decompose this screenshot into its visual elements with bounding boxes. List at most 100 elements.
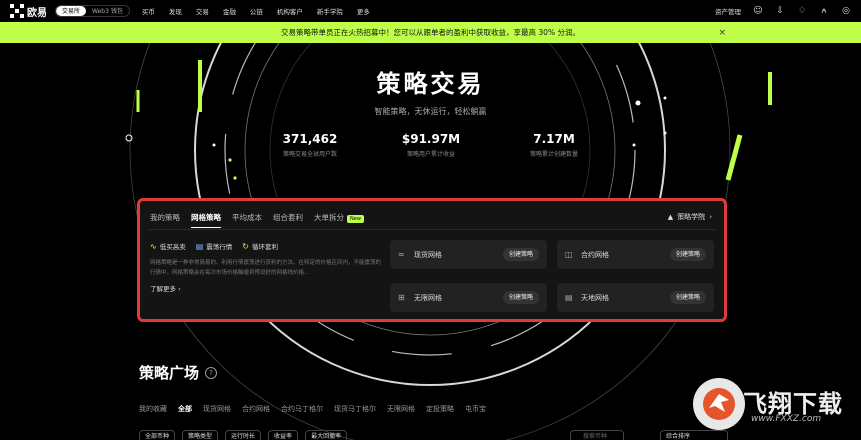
feature-label: 低买高卖 <box>159 243 186 251</box>
wing-icon <box>703 388 735 420</box>
card-title: 天地网格 <box>581 293 609 302</box>
stat-label: 策略用户累计收益 <box>406 151 455 158</box>
cycle-icon: ↻ <box>242 241 249 251</box>
contract-icon: ◫ <box>565 250 573 259</box>
chevron-right-icon: › <box>178 285 181 293</box>
tab-spot-grid[interactable]: 现货网格 <box>203 404 231 414</box>
strategy-academy-link[interactable]: ▲ 策略学院 › <box>668 212 712 222</box>
filter-drawdown[interactable]: 最大回撤率 <box>305 430 348 440</box>
tab-contract-martingale[interactable]: 合约马丁格尔 <box>281 404 323 414</box>
stat-label: 策略交易全球用户数 <box>282 151 337 158</box>
tab-order-split-label: 大单拆分 <box>314 213 344 222</box>
strategy-tabs: 我的策略 网格策略 平均成本 组合套利 大单拆分 New <box>150 212 364 228</box>
stat-value: 7.17M <box>533 132 575 146</box>
create-strategy-button[interactable]: 创建策略 <box>669 291 706 304</box>
stat-label: 策略累计创建数量 <box>529 151 578 158</box>
okx-logo[interactable]: 欧易 <box>10 4 47 19</box>
stat-profit: $91.97M 策略用户累计收益 <box>391 132 471 158</box>
user-icon[interactable]: ☺ <box>753 6 763 16</box>
tab-dca[interactable]: 定投策略 <box>426 404 454 414</box>
graduation-cap-icon: ▲ <box>667 213 674 221</box>
plaza-tabs: 我的收藏 全部 现货网格 合约网格 合约马丁格尔 现货马丁格尔 无限网格 定投策… <box>139 404 486 414</box>
nav-item-chain[interactable]: 公链 <box>250 6 263 16</box>
main-menu: 买币 发现 交易 金融 公链 机构客户 新手学院 更多 <box>142 6 370 16</box>
bar-chart-icon: ▤ <box>195 241 204 251</box>
headset-icon[interactable]: ⍲ <box>819 6 829 16</box>
grid-features: ∿ 低买高卖 ▤ 震荡行情 ↻ 循环套利 <box>150 241 278 252</box>
promo-banner-text: 交易策略带单员正在火热招募中！您可以从跟单者的盈利中获取收益，享最高 30% 分… <box>281 28 580 37</box>
feature-volatile-market: ▤ 震荡行情 <box>195 241 233 252</box>
bell-icon[interactable]: ♢ <box>797 6 807 16</box>
nav-item-trade[interactable]: 交易 <box>196 6 209 16</box>
nav-item-discover[interactable]: 发现 <box>169 6 182 16</box>
strategy-panel: 我的策略 网格策略 平均成本 组合套利 大单拆分 New ▲ 策略学院 › ∿ 低买… <box>137 198 727 322</box>
new-badge: New <box>347 215 364 223</box>
card-infinite-grid[interactable]: ⊞ 无限网格 创建策略 <box>390 283 547 312</box>
globe-icon[interactable]: ◎ <box>841 6 851 16</box>
tab-favorites[interactable]: 我的收藏 <box>139 404 167 414</box>
sky-ground-icon: ▤ <box>565 293 573 302</box>
stat-users: 371,462 策略交易全球用户数 <box>270 132 350 158</box>
tab-avg-cost[interactable]: 平均成本 <box>232 212 262 228</box>
create-strategy-button[interactable]: 创建策略 <box>502 248 539 261</box>
tab-hodl[interactable]: 屯币宝 <box>465 404 486 414</box>
divider <box>148 229 716 230</box>
card-title: 无限网格 <box>414 293 442 302</box>
coin-search-input[interactable]: 搜索币种 <box>570 430 624 440</box>
nav-item-buy[interactable]: 买币 <box>142 6 155 16</box>
page: 欧易 交易所 Web3 钱包 买币 发现 交易 金融 公链 机构客户 新手学院 … <box>0 0 861 440</box>
page-title: 策略交易 <box>376 70 485 98</box>
grid-description: 网格策略是一种非常简易的、利用行情震荡进行获利的方法。在特定的价格区间内，不能震… <box>150 260 382 276</box>
plaza-title: 策略广场 <box>139 364 200 382</box>
tab-grid[interactable]: 网格策略 <box>191 212 221 228</box>
web3-wallet-tab[interactable]: Web3 钱包 <box>86 6 129 16</box>
stat-value: 371,462 <box>282 132 338 146</box>
zigzag-icon: ∿ <box>150 241 157 251</box>
top-navbar: 欧易 交易所 Web3 钱包 买币 发现 交易 金融 公链 机构客户 新手学院 … <box>0 0 861 22</box>
feature-cyclic-arbitrage: ↻ 循环套利 <box>242 241 278 252</box>
card-title: 现货网格 <box>414 250 442 259</box>
tab-my-strategies[interactable]: 我的策略 <box>150 212 180 228</box>
tab-infinite-grid[interactable]: 无限网格 <box>387 404 415 414</box>
watermark-url: www.FXXZ.com <box>751 414 822 424</box>
stat-strategies: 7.17M 策略累计创建数量 <box>514 132 594 158</box>
plaza-heading: 策略广场 ? <box>139 362 218 383</box>
exchange-tab[interactable]: 交易所 <box>56 6 87 16</box>
create-strategy-button[interactable]: 创建策略 <box>669 248 706 261</box>
tab-combo-arb[interactable]: 组合套利 <box>273 212 303 228</box>
nav-item-academy[interactable]: 新手学院 <box>317 6 343 16</box>
tab-spot-martingale[interactable]: 现货马丁格尔 <box>334 404 376 414</box>
nav-item-more[interactable]: 更多 <box>357 6 370 16</box>
filter-duration[interactable]: 运行时长 <box>225 430 262 440</box>
tab-all[interactable]: 全部 <box>178 404 192 414</box>
watermark-logo-icon <box>693 378 745 430</box>
nav-item-institutional[interactable]: 机构客户 <box>277 6 303 16</box>
card-sky-ground-grid[interactable]: ▤ 天地网格 创建策略 <box>557 283 714 312</box>
product-switch: 交易所 Web3 钱包 <box>55 5 130 17</box>
asset-management-link[interactable]: 资产管理 <box>715 6 741 16</box>
grid-icon: ⊞ <box>398 293 405 302</box>
card-spot-grid[interactable]: ≈ 现货网格 创建策略 <box>390 240 547 269</box>
page-subtitle: 智能策略，无休运行，轻松躺赢 <box>374 107 487 116</box>
sort-select[interactable]: 综合排序 <box>660 430 728 440</box>
create-strategy-button[interactable]: 创建策略 <box>502 291 539 304</box>
filter-yield[interactable]: 收益率 <box>268 430 299 440</box>
download-icon[interactable]: ⇩ <box>775 6 785 16</box>
feature-buy-low-sell-high: ∿ 低买高卖 <box>150 241 186 252</box>
filter-coin[interactable]: 全部币种 <box>139 430 176 440</box>
chart-icon: ≈ <box>398 250 405 259</box>
filter-type[interactable]: 策略类型 <box>182 430 219 440</box>
feature-label: 循环套利 <box>251 243 278 251</box>
close-icon[interactable]: × <box>718 28 726 38</box>
promo-banner: 交易策略带单员正在火热招募中！您可以从跟单者的盈利中获取收益，享最高 30% 分… <box>0 22 861 43</box>
card-title: 合约网格 <box>581 250 609 259</box>
tab-contract-grid[interactable]: 合约网格 <box>242 404 270 414</box>
brand-name: 欧易 <box>27 7 47 19</box>
tab-order-split[interactable]: 大单拆分 New <box>314 212 364 228</box>
question-icon[interactable]: ? <box>205 366 218 379</box>
plaza-filters: 全部币种 策略类型 运行时长 收益率 最大回撤率 <box>139 430 348 440</box>
card-contract-grid[interactable]: ◫ 合约网格 创建策略 <box>557 240 714 269</box>
nav-item-finance[interactable]: 金融 <box>223 6 236 16</box>
chevron-right-icon: › <box>709 213 712 221</box>
learn-more-link[interactable]: 了解更多 › <box>150 283 181 293</box>
